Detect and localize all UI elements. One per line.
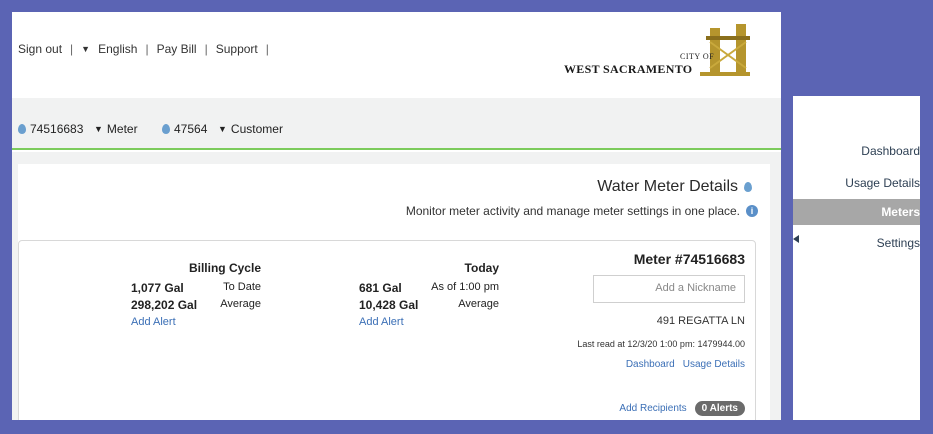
today-average-label: Average [458, 298, 499, 310]
today-average-row: 10,428 Gal Average [359, 298, 499, 312]
pay-bill-link[interactable]: Pay Bill [157, 42, 197, 56]
today-add-alert-link[interactable]: Add Alert [359, 316, 404, 328]
water-drop-icon [162, 124, 170, 134]
page-title: Water Meter Details [597, 178, 752, 196]
billing-average-label: Average [220, 298, 261, 310]
usage-details-link[interactable]: Usage Details [683, 359, 745, 370]
today-row: 681 Gal As of 1:00 pm [359, 281, 499, 295]
page-title-text: Water Meter Details [597, 178, 738, 195]
divider: | [204, 42, 208, 56]
sign-out-link[interactable]: Sign out [18, 42, 62, 56]
divider: | [265, 42, 269, 56]
page-description-text: Monitor meter activity and manage meter … [405, 204, 740, 218]
info-icon: i [746, 205, 758, 217]
page-description: Monitor meter activity and manage meter … [406, 204, 758, 218]
logo-line-2: WEST SACRAMENTO [564, 62, 693, 76]
water-drop-icon [18, 124, 26, 134]
divider: | [70, 42, 74, 56]
today-column: Today 681 Gal As of 1:00 pm 10,428 Gal A… [359, 261, 499, 328]
caret-left-icon [793, 235, 799, 243]
meter-number: 74516683 [30, 122, 84, 136]
meter-address: 491 REGATTA LN [656, 315, 745, 327]
logo-line-1: CITY OF [680, 52, 715, 61]
sidebar-item-usage-details[interactable]: Usage Details [845, 176, 920, 190]
water-drop-icon [744, 182, 752, 192]
alerts-row: Add Recipients 0 Alerts [619, 401, 745, 416]
meter-selector[interactable]: 74516683 [18, 122, 83, 136]
top-links: Sign out | ▼ English | Pay Bill | Suppor… [18, 42, 269, 56]
billing-label: To Date [223, 281, 261, 293]
alerts-badge[interactable]: 0 Alerts [694, 401, 745, 416]
last-read: Last read at 12/3/20 1:00 pm: 1479944.00 [577, 339, 745, 349]
billing-row: 1,077 Gal To Date [131, 281, 261, 295]
chevron-down-icon: ▼ [94, 124, 103, 134]
dashboard-link[interactable]: Dashboard [626, 359, 675, 370]
customer-dropdown[interactable]: ▼ Customer [218, 122, 283, 136]
billing-column: Billing Cycle 1,077 Gal To Date 298,202 … [131, 261, 261, 328]
billing-heading: Billing Cycle [188, 261, 261, 275]
divider: | [145, 42, 149, 56]
today-label: As of 1:00 pm [431, 281, 499, 293]
billing-average-row: 298,202 Gal Average [131, 298, 261, 312]
meter-heading: Meter #74516683 [633, 251, 745, 267]
add-recipients-link[interactable]: Add Recipients [619, 403, 686, 414]
today-average-value: 10,428 Gal [359, 298, 419, 312]
city-logo[interactable]: CITY OF WEST SACRAMENTO [560, 22, 752, 82]
account-bar: 74516683 ▼ Meter 47564 ▼ Customer [12, 98, 781, 150]
sidebar-item-meters[interactable]: Meters [881, 205, 920, 219]
billing-average-value: 298,202 Gal [131, 298, 198, 312]
sidebar-item-settings[interactable]: Settings [877, 236, 920, 250]
meter-links: Dashboard Usage Details [626, 359, 745, 370]
chevron-down-icon: ▼ [218, 124, 227, 134]
main-window: Sign out | ▼ English | Pay Bill | Suppor… [12, 12, 781, 420]
today-heading: Today [464, 261, 499, 275]
billing-value: 1,077 Gal [131, 281, 184, 295]
today-value: 681 Gal [359, 281, 402, 295]
support-link[interactable]: Support [216, 42, 258, 56]
sidebar: Dashboard Usage Details Meters Settings [793, 96, 920, 420]
meter-card: Meter #74516683 Add a Nickname 491 REGAT… [18, 240, 756, 420]
customer-selector[interactable]: 47564 [162, 122, 207, 136]
nickname-input[interactable]: Add a Nickname [593, 275, 745, 303]
meter-dropdown[interactable]: ▼ Meter [94, 122, 138, 136]
customer-label: Customer [230, 122, 283, 136]
chevron-down-icon: ▼ [81, 44, 91, 54]
meter-label: Meter [106, 122, 138, 136]
language-link[interactable]: English [98, 42, 137, 56]
customer-number: 47564 [174, 122, 208, 136]
sidebar-item-dashboard[interactable]: Dashboard [861, 144, 920, 158]
top-bar: Sign out | ▼ English | Pay Bill | Suppor… [12, 12, 781, 98]
billing-add-alert-link[interactable]: Add Alert [131, 316, 176, 328]
